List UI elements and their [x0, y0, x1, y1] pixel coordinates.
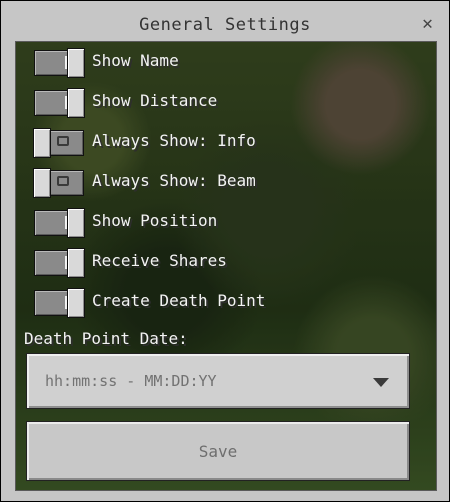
- show-name-label: Show Name: [92, 51, 179, 70]
- toggle-row-receive-shares: Receive Shares: [16, 242, 436, 282]
- always-show-beam-label: Always Show: Beam: [92, 171, 256, 190]
- toggle-knob[interactable]: [33, 168, 51, 198]
- show-position-label: Show Position: [92, 211, 218, 230]
- toggle-knob[interactable]: [67, 288, 85, 318]
- toggle-knob[interactable]: [33, 128, 51, 158]
- toggle-row-create-death-point: Create Death Point: [16, 282, 436, 322]
- always-show-info-label: Always Show: Info: [92, 131, 256, 150]
- chevron-down-icon[interactable]: [373, 378, 389, 387]
- toggle-row-always-show-info: Always Show: Info: [16, 122, 436, 162]
- save-button[interactable]: Save: [26, 421, 410, 481]
- create-death-point-toggle[interactable]: [34, 288, 85, 318]
- settings-window: General Settings ✕ Show Name Show Distan…: [0, 0, 450, 502]
- toggle-row-show-distance: Show Distance: [16, 82, 436, 122]
- receive-shares-label: Receive Shares: [92, 251, 227, 270]
- toggle-knob[interactable]: [67, 208, 85, 238]
- title-bar: General Settings ✕: [1, 1, 449, 41]
- toggle-knob[interactable]: [67, 248, 85, 278]
- toggle-knob[interactable]: [67, 48, 85, 78]
- toggle-row-show-position: Show Position: [16, 202, 436, 242]
- toggle-row-always-show-beam: Always Show: Beam: [16, 162, 436, 202]
- show-distance-toggle[interactable]: [34, 88, 85, 118]
- off-indicator-icon: [57, 136, 69, 146]
- create-death-point-label: Create Death Point: [92, 291, 266, 310]
- always-show-info-toggle[interactable]: [33, 128, 84, 158]
- always-show-beam-toggle[interactable]: [33, 168, 84, 198]
- toggle-knob[interactable]: [67, 88, 85, 118]
- settings-panel: Show Name Show Distance Always Show: Inf…: [15, 41, 437, 491]
- save-button-label: Save: [198, 442, 238, 461]
- dropdown-selected-value: hh:mm:ss - MM:DD:YY: [45, 372, 217, 390]
- death-point-date-label: Death Point Date:: [24, 329, 188, 348]
- show-name-toggle[interactable]: [34, 48, 85, 78]
- toggle-row-show-name: Show Name: [16, 42, 436, 82]
- show-distance-label: Show Distance: [92, 91, 218, 110]
- off-indicator-icon: [57, 176, 69, 186]
- close-icon[interactable]: ✕: [422, 13, 433, 34]
- receive-shares-toggle[interactable]: [34, 248, 85, 278]
- window-title: General Settings: [139, 15, 311, 35]
- show-position-toggle[interactable]: [34, 208, 85, 238]
- death-point-date-dropdown[interactable]: hh:mm:ss - MM:DD:YY: [26, 353, 410, 409]
